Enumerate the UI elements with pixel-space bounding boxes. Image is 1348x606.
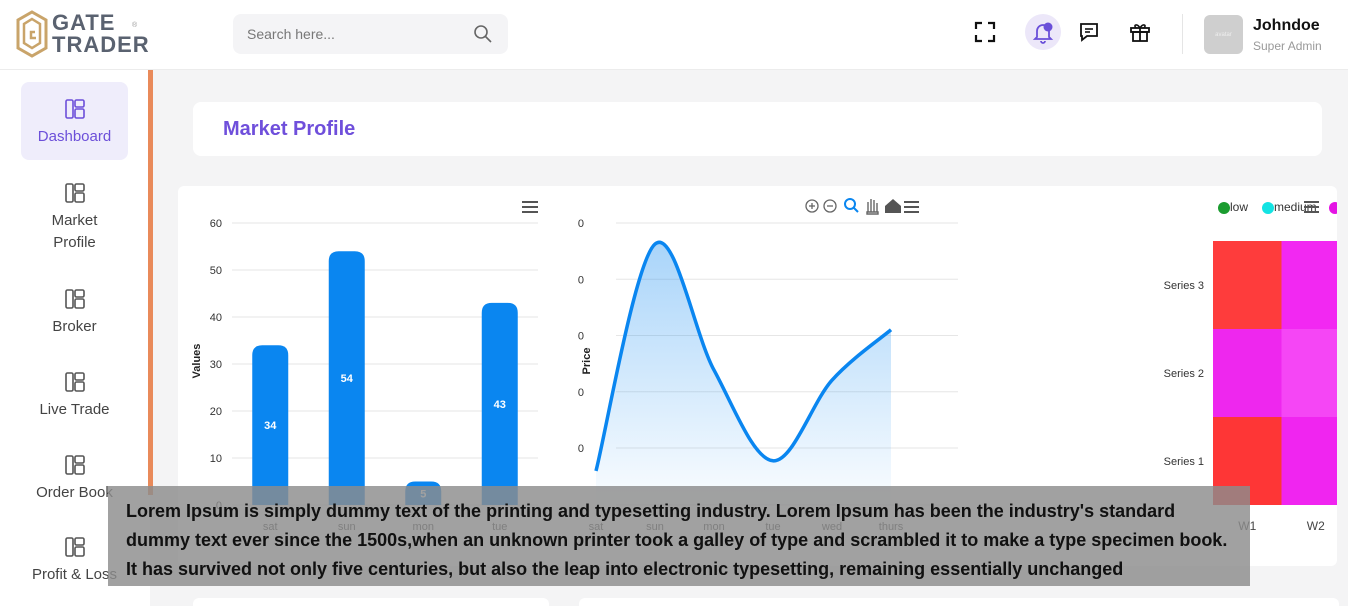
gift-icon bbox=[1130, 24, 1150, 42]
overlay-text: Lorem Ipsum is simply dummy text of the … bbox=[126, 501, 1228, 579]
sidebar-item-dashboard[interactable]: Dashboard bbox=[21, 82, 128, 160]
heatmap-cell[interactable] bbox=[1281, 329, 1338, 417]
legend-item-high[interactable]: high bbox=[1329, 200, 1337, 214]
bar-y-tick-label: 50 bbox=[210, 265, 222, 277]
bottom-card-left bbox=[193, 598, 549, 606]
sidebar-item-market-profile[interactable]: Market Profile bbox=[21, 182, 128, 254]
sidebar-item-broker[interactable]: Broker bbox=[21, 288, 128, 338]
message-icon bbox=[1080, 23, 1098, 42]
live-trade-icon bbox=[64, 372, 85, 392]
pan-hand-icon[interactable] bbox=[866, 199, 879, 215]
gifts-button[interactable] bbox=[1122, 14, 1158, 50]
user-name[interactable]: Johndoe bbox=[1253, 17, 1320, 35]
bar-y-tick-label: 30 bbox=[210, 359, 222, 371]
sidebar-item-label: Live Trade bbox=[39, 401, 110, 418]
bar-y-tick-label: 10 bbox=[210, 453, 222, 465]
line-y-tick-label: 0 bbox=[578, 274, 584, 286]
legend-label: low bbox=[1230, 200, 1248, 214]
heatmap-row-label: Series 1 bbox=[1164, 456, 1204, 468]
legend-item-low[interactable]: low bbox=[1218, 200, 1248, 214]
order-book-icon bbox=[64, 455, 85, 475]
top-header: GATE TRADER ® Search here... avatar John… bbox=[0, 0, 1348, 70]
heatmap-row-label: Series 2 bbox=[1164, 368, 1204, 380]
zoom-out-icon[interactable] bbox=[823, 199, 837, 213]
bar-chart-menu-icon[interactable] bbox=[522, 201, 538, 213]
line-y-tick-label: 0 bbox=[578, 218, 584, 230]
profit-loss-icon bbox=[64, 537, 85, 557]
bottom-card-right bbox=[579, 598, 1339, 606]
fullscreen-button[interactable] bbox=[967, 14, 1003, 50]
line-y-tick-label: 0 bbox=[578, 387, 584, 399]
legend-swatch bbox=[1262, 202, 1274, 214]
header-divider bbox=[1182, 14, 1183, 54]
search-input[interactable] bbox=[247, 14, 467, 54]
line-y-axis-label: Price bbox=[581, 348, 593, 375]
avatar-label: avatar bbox=[1215, 31, 1232, 38]
heatmap-cell[interactable] bbox=[1281, 417, 1338, 505]
line-y-tick-label: 0 bbox=[578, 331, 584, 343]
selection-zoom-icon[interactable] bbox=[844, 198, 859, 213]
bar-y-tick-label: 60 bbox=[210, 218, 222, 230]
legend-swatch bbox=[1218, 202, 1230, 214]
user-role: Super Admin bbox=[1253, 39, 1322, 53]
line-y-tick-label: 0 bbox=[578, 443, 584, 455]
zoom-in-icon[interactable] bbox=[805, 199, 819, 213]
bar-y-tick-label: 40 bbox=[210, 312, 222, 324]
heatmap-column-label: W2 bbox=[1307, 519, 1325, 533]
market-profile-icon bbox=[64, 183, 85, 203]
messages-button[interactable] bbox=[1071, 14, 1107, 50]
page-title-card: Market Profile bbox=[193, 102, 1322, 156]
search-box bbox=[233, 14, 508, 54]
sidebar-item-label: Dashboard bbox=[37, 128, 112, 145]
broker-icon bbox=[64, 289, 85, 309]
page-title: Market Profile bbox=[223, 118, 356, 140]
reset-home-icon[interactable] bbox=[885, 199, 901, 213]
line-chart-menu-icon[interactable] bbox=[904, 201, 919, 213]
logo-text: GATE TRADER bbox=[52, 12, 150, 56]
logo-registered-mark: ® bbox=[132, 22, 138, 29]
user-avatar[interactable]: avatar bbox=[1204, 15, 1243, 54]
notifications-button[interactable] bbox=[1025, 14, 1061, 50]
sidebar-item-label: Broker bbox=[52, 318, 97, 335]
bar-y-tick-label: 20 bbox=[210, 406, 222, 418]
sidebar-scroll-indicator[interactable] bbox=[148, 70, 153, 495]
dashboard-icon bbox=[64, 99, 85, 119]
bar-value-label: 54 bbox=[341, 373, 354, 385]
sidebar-item-live-trade[interactable]: Live Trade bbox=[21, 371, 128, 421]
bell-icon bbox=[1032, 22, 1054, 44]
logo-hexagon-icon bbox=[16, 10, 48, 58]
logo-line2: TRADER bbox=[52, 32, 150, 57]
bar-y-axis-label: Values bbox=[191, 344, 203, 379]
bar-value-label: 34 bbox=[264, 420, 277, 432]
heatmap-cell[interactable] bbox=[1281, 241, 1338, 329]
text-overlay: Lorem Ipsum is simply dummy text of the … bbox=[108, 486, 1250, 586]
gate-trader-logo[interactable]: GATE TRADER ® bbox=[16, 10, 149, 60]
heatmap-cell[interactable] bbox=[1213, 241, 1282, 329]
search-icon[interactable] bbox=[473, 24, 493, 44]
heatmap-row-label: Series 3 bbox=[1164, 280, 1204, 292]
fullscreen-icon bbox=[974, 21, 996, 43]
sidebar-item-label: Market Profile bbox=[51, 212, 98, 251]
heatmap-cell[interactable] bbox=[1213, 329, 1282, 417]
bar-value-label: 43 bbox=[494, 399, 506, 411]
legend-swatch bbox=[1329, 202, 1337, 214]
